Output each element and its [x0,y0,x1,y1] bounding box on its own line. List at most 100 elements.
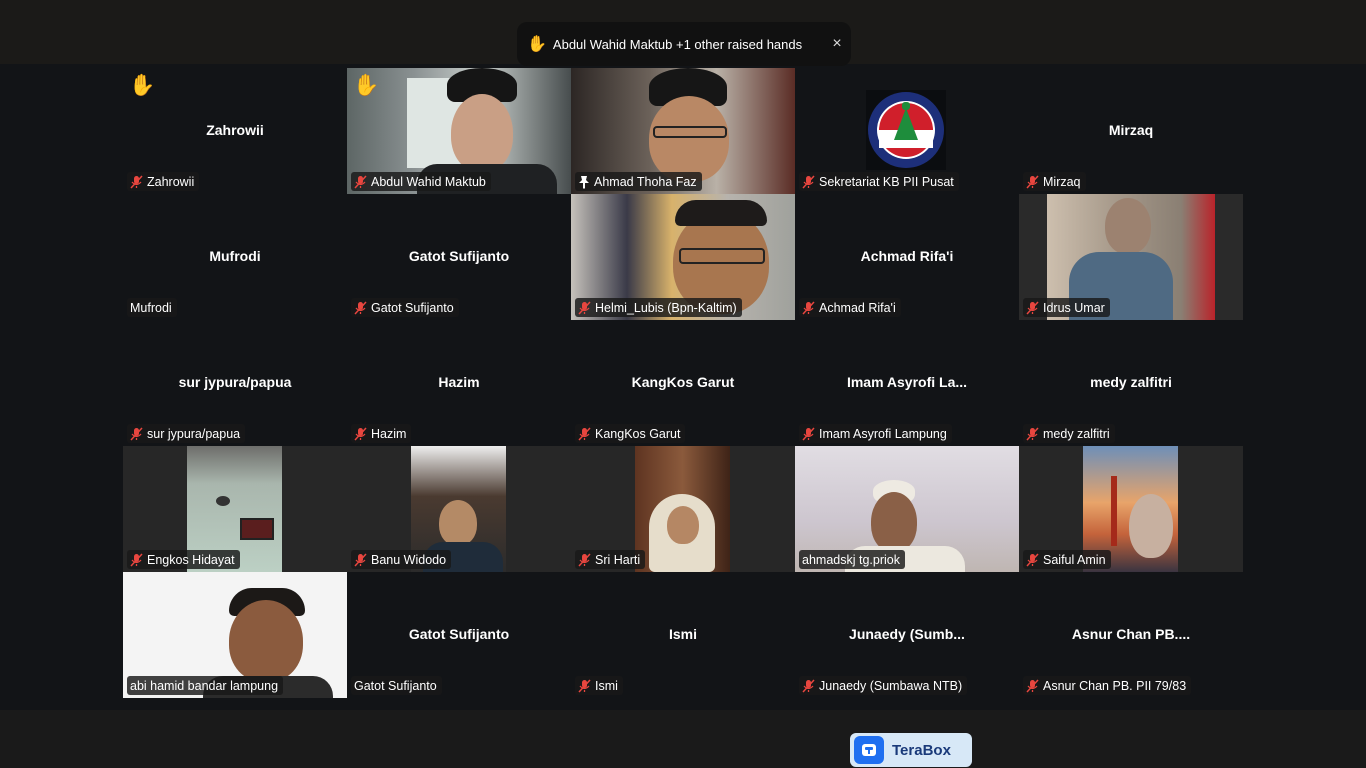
participant-tile[interactable]: Junaedy (Sumb... Junaedy (Sumbawa NTB) [795,572,1019,698]
participant-label: Mufrodi [127,298,177,317]
muted-mic-icon [578,426,591,441]
raised-hand-icon: ✋ [129,74,156,97]
participant-tile[interactable]: ✋ Zahrowii Zahrowii [123,68,347,194]
participant-label: Asnur Chan PB. PII 79/83 [1023,676,1192,695]
person-face [229,600,303,682]
muted-mic-icon [802,174,815,189]
pin-icon [579,175,589,189]
participant-name: Abdul Wahid Maktub [371,174,486,189]
participant-name: Imam Asyrofi Lampung [819,426,947,441]
bottom-bar [0,710,1366,768]
participant-name: Junaedy (Sumbawa NTB) [819,678,963,693]
participant-tile[interactable]: medy zalfitri medy zalfitri [1019,320,1243,446]
participant-name: Engkos Hidayat [147,552,235,567]
participant-name-title: KangKos Garut [631,374,735,390]
participant-name-title: Ismi [668,626,697,642]
participant-label: Engkos Hidayat [127,550,240,569]
participant-name: Sri Harti [595,552,641,567]
participant-name: medy zalfitri [1043,426,1110,441]
participant-tile[interactable]: Imam Asyrofi La... Imam Asyrofi Lampung [795,320,1019,446]
participant-name-title: medy zalfitri [1090,374,1172,390]
muted-mic-icon [802,426,815,441]
wall-frame [240,518,274,540]
gallery-grid: ✋ Zahrowii Zahrowii ✋ Abdul Wahid Maktub… [123,68,1243,698]
raised-hands-notification[interactable]: ✋ Abdul Wahid Maktub +1 other raised han… [517,22,851,66]
organization-logo [866,90,946,170]
participant-tile[interactable]: Banu Widodo [347,446,571,572]
terabox-glyph-icon [862,744,876,756]
participant-tile[interactable]: ✋ Abdul Wahid Maktub [347,68,571,194]
person-face [667,506,699,544]
participant-label: Abdul Wahid Maktub [351,172,491,191]
participant-tile[interactable]: Ismi Ismi [571,572,795,698]
person-glasses [679,248,765,264]
muted-mic-icon [354,174,367,189]
participant-name-title: Imam Asyrofi La... [846,374,968,390]
participant-tile[interactable]: ahmadskj tg.priok [795,446,1019,572]
participant-name: Achmad Rifa'i [819,300,896,315]
participant-tile[interactable]: Mirzaq Mirzaq [1019,68,1243,194]
participant-name-title: Achmad Rifa'i [860,248,954,264]
participant-name: Helmi_Lubis (Bpn-Kaltim) [595,300,737,315]
muted-mic-icon [1026,426,1039,441]
participant-tile[interactable]: Gatot Sufijanto Gatot Sufijanto [347,194,571,320]
participant-tile[interactable]: Sri Harti [571,446,795,572]
muted-mic-icon [354,426,367,441]
participant-label: Zahrowii [127,172,200,191]
muted-mic-icon [1026,552,1039,567]
participant-tile[interactable]: Engkos Hidayat [123,446,347,572]
participant-tile[interactable]: Hazim Hazim [347,320,571,446]
terabox-button[interactable]: TeraBox [850,733,972,767]
muted-mic-icon [578,678,591,693]
participant-tile[interactable]: Achmad Rifa'i Achmad Rifa'i [795,194,1019,320]
raised-hands-message: Abdul Wahid Maktub +1 other raised hands [552,36,803,52]
person-face [871,492,917,552]
participant-tile[interactable]: sur jypura/papua sur jypura/papua [123,320,347,446]
participant-name-title: Gatot Sufijanto [408,626,510,642]
participant-tile[interactable]: abi hamid bandar lampung [123,572,347,698]
participant-label: sur jypura/papua [127,424,246,443]
participant-name: Mirzaq [1043,174,1081,189]
participant-label: Banu Widodo [351,550,452,569]
participant-name-title: Mufrodi [209,248,261,264]
participant-tile[interactable]: Helmi_Lubis (Bpn-Kaltim) [571,194,795,320]
participant-name: Hazim [371,426,407,441]
muted-mic-icon [578,552,591,567]
participant-name: Banu Widodo [371,552,447,567]
participant-name: Zahrowii [147,174,195,189]
participant-tile[interactable]: Sekretariat KB PII Pusat [795,68,1019,194]
participant-tile[interactable]: Gatot Sufijanto Gatot Sufijanto [347,572,571,698]
muted-mic-icon [1026,300,1039,315]
participant-tile[interactable]: KangKos Garut KangKos Garut [571,320,795,446]
person-face [649,96,729,182]
participant-name-title: Mirzaq [1108,122,1154,138]
participant-tile-active-speaker[interactable]: Ahmad Thoha Faz [571,68,795,194]
participant-name: ahmadskj tg.priok [802,552,900,567]
participant-label: Gatot Sufijanto [351,676,442,695]
participant-tile[interactable]: Saiful Amin [1019,446,1243,572]
participant-label: Sekretariat KB PII Pusat [799,172,959,191]
participant-name: Gatot Sufijanto [371,300,454,315]
participant-name-title: Gatot Sufijanto [408,248,510,264]
participant-label: Idrus Umar [1023,298,1110,317]
participant-name: Sekretariat KB PII Pusat [819,174,954,189]
participant-name-title: Zahrowii [206,122,264,138]
participant-label: Imam Asyrofi Lampung [799,424,952,443]
participant-label: Mirzaq [1023,172,1086,191]
muted-mic-icon [578,300,591,315]
participant-label: Achmad Rifa'i [799,298,901,317]
raised-hand-icon: ✋ [527,36,547,53]
person-face [451,94,513,172]
close-icon[interactable]: × [823,35,851,53]
participant-name: abi hamid bandar lampung [130,678,279,693]
participant-tile[interactable]: Asnur Chan PB.... Asnur Chan PB. PII 79/… [1019,572,1243,698]
person-face [1105,198,1151,254]
participant-name: Idrus Umar [1043,300,1105,315]
participant-tile[interactable]: Mufrodi Mufrodi [123,194,347,320]
participant-label: ahmadskj tg.priok [799,550,905,569]
person-face [1129,494,1173,558]
participant-label: Sri Harti [575,550,646,569]
participant-tile[interactable]: Idrus Umar [1019,194,1243,320]
participant-label: KangKos Garut [575,424,686,443]
muted-mic-icon [802,300,815,315]
